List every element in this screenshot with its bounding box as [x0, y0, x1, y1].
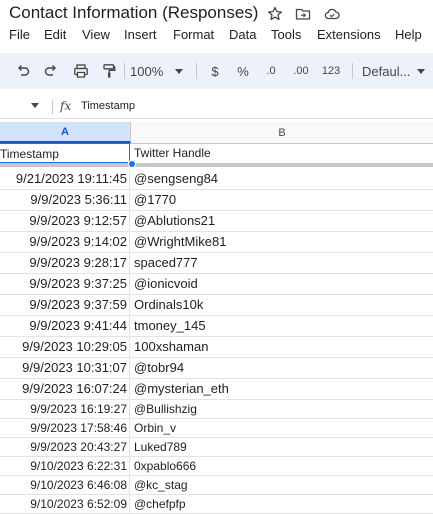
twitter-handle-cell[interactable]: spaced777 [131, 253, 433, 273]
formula-bar: fx Timestamp [0, 96, 433, 119]
move-to-folder-icon[interactable] [295, 6, 311, 22]
twitter-handle-cell[interactable]: @tobr94 [131, 358, 433, 378]
table-row: 9/9/2023 5:36:11 @1770 [0, 190, 433, 211]
table-row: 9/9/2023 9:37:59 Ordinals10k [0, 295, 433, 316]
twitter-handle-cell[interactable]: tmoney_145 [131, 316, 433, 336]
menu-tools[interactable]: Tools [271, 27, 301, 42]
menu-data[interactable]: Data [229, 27, 256, 42]
toolbar-divider [196, 63, 197, 79]
table-row: 9/10/2023 6:46:08 @kc_stag [0, 476, 433, 495]
number-format-button[interactable]: 123 [320, 61, 342, 81]
cell-a1[interactable]: Timestamp [0, 143, 130, 163]
table-row: 9/9/2023 9:28:17 spaced777 [0, 253, 433, 274]
timestamp-cell[interactable]: 9/9/2023 9:12:57 [0, 211, 130, 231]
twitter-handle-cell[interactable]: @1770 [131, 190, 433, 210]
table-row: 9/9/2023 9:41:44 tmoney_145 [0, 316, 433, 337]
fx-icon: fx [60, 99, 72, 113]
column-header-b[interactable]: B [131, 122, 433, 143]
timestamp-cell[interactable]: 9/9/2023 10:31:07 [0, 358, 130, 378]
table-row: 9/10/2023 6:22:31 0xpablo666 [0, 457, 433, 476]
selection-fill-handle[interactable] [128, 160, 136, 168]
font-select[interactable]: Defaul... [362, 61, 433, 81]
timestamp-cell[interactable]: 9/9/2023 9:28:17 [0, 253, 130, 273]
table-row: 9/9/2023 10:31:07 @tobr94 [0, 358, 433, 379]
timestamp-cell[interactable]: 9/9/2023 17:58:46 [0, 419, 130, 437]
menu-file[interactable]: File [9, 27, 30, 42]
font-value: Defaul... [362, 63, 411, 79]
timestamp-cell[interactable]: 9/10/2023 6:46:08 [0, 476, 130, 494]
menu-view[interactable]: View [82, 27, 110, 42]
currency-format-button[interactable]: $ [208, 61, 222, 81]
twitter-handle-cell[interactable]: Ordinals10k [131, 295, 433, 315]
table-row: 9/9/2023 9:37:25 @ionicvoid [0, 274, 433, 295]
toolbar-divider [352, 63, 353, 79]
undo-icon[interactable] [14, 61, 32, 81]
table-row: 9/9/2023 20:43:27 Luked789 [0, 438, 433, 457]
column-header-row: A B [0, 122, 433, 144]
table-row: 9/9/2023 9:12:57 @Ablutions21 [0, 211, 433, 232]
title-bar: Contact Information (Responses) [0, 0, 433, 26]
menu-insert[interactable]: Insert [124, 27, 157, 42]
decrease-decimal-button[interactable]: .0 [262, 61, 280, 81]
twitter-handle-cell[interactable]: @Ablutions21 [131, 211, 433, 231]
formula-input[interactable]: Timestamp [81, 100, 135, 112]
twitter-handle-cell[interactable]: @Bullishzig [131, 400, 433, 418]
document-title[interactable]: Contact Information (Responses) [9, 3, 258, 23]
cell-b1[interactable]: Twitter Handle [131, 143, 433, 163]
menu-bar: File Edit View Insert Format Data Tools … [0, 26, 433, 44]
table-row: 9/10/2023 6:52:09 @chefpfp [0, 495, 433, 514]
star-icon[interactable] [267, 6, 283, 22]
twitter-handle-cell[interactable]: @chefpfp [131, 495, 433, 513]
zoom-select[interactable]: 100% [130, 61, 188, 81]
twitter-handle-cell[interactable]: @mysterian_eth [131, 379, 433, 399]
percent-format-button[interactable]: % [235, 61, 251, 81]
timestamp-cell[interactable]: 9/21/2023 19:11:45 [0, 169, 130, 189]
twitter-handle-cell[interactable]: 100xshaman [131, 337, 433, 357]
frozen-row-divider[interactable] [0, 163, 433, 167]
column-header-a[interactable]: A [0, 122, 131, 143]
toolbar: 100% $ % .0 .00 123 Defaul... [0, 53, 433, 89]
twitter-handle-cell[interactable]: @WrightMike81 [131, 232, 433, 252]
paint-format-icon[interactable] [100, 61, 118, 81]
chevron-down-icon [175, 68, 184, 74]
menu-extensions[interactable]: Extensions [317, 27, 381, 42]
twitter-handle-cell[interactable]: @sengseng84 [131, 169, 433, 189]
menu-edit[interactable]: Edit [44, 27, 66, 42]
timestamp-cell[interactable]: 9/10/2023 6:52:09 [0, 495, 130, 513]
name-box-dropdown-icon[interactable] [31, 103, 39, 108]
timestamp-cell[interactable]: 9/9/2023 9:14:02 [0, 232, 130, 252]
table-row: 9/21/2023 19:11:45 @sengseng84 [0, 169, 433, 190]
menu-format[interactable]: Format [173, 27, 214, 42]
timestamp-cell[interactable]: 9/9/2023 20:43:27 [0, 438, 130, 456]
table-row: 9/9/2023 17:58:46 Orbin_v [0, 419, 433, 438]
timestamp-cell[interactable]: 9/9/2023 9:37:59 [0, 295, 130, 315]
table-row: 9/9/2023 16:07:24 @mysterian_eth [0, 379, 433, 400]
table-row: 9/9/2023 10:29:05 100xshaman [0, 337, 433, 358]
twitter-handle-cell[interactable]: @kc_stag [131, 476, 433, 494]
toolbar-divider [124, 63, 125, 79]
twitter-handle-cell[interactable]: Orbin_v [131, 419, 433, 437]
table-row: 9/9/2023 9:14:02 @WrightMike81 [0, 232, 433, 253]
header-row: Timestamp Twitter Handle [0, 143, 433, 164]
cloud-saved-icon[interactable] [324, 6, 340, 22]
twitter-handle-cell[interactable]: Luked789 [131, 438, 433, 456]
menu-help[interactable]: Help [395, 27, 422, 42]
table-row: 9/9/2023 16:19:27 @Bullishzig [0, 400, 433, 419]
increase-decimal-button[interactable]: .00 [290, 61, 312, 81]
timestamp-cell[interactable]: 9/9/2023 16:19:27 [0, 400, 130, 418]
print-icon[interactable] [72, 61, 90, 81]
formula-bar-divider [52, 100, 53, 114]
chevron-down-icon [417, 68, 426, 74]
twitter-handle-cell[interactable]: 0xpablo666 [131, 457, 433, 475]
twitter-handle-cell[interactable]: @ionicvoid [131, 274, 433, 294]
timestamp-cell[interactable]: 9/9/2023 9:37:25 [0, 274, 130, 294]
timestamp-cell[interactable]: 9/9/2023 9:41:44 [0, 316, 130, 336]
timestamp-cell[interactable]: 9/9/2023 16:07:24 [0, 379, 130, 399]
redo-icon[interactable] [42, 61, 60, 81]
timestamp-cell[interactable]: 9/10/2023 6:22:31 [0, 457, 130, 475]
timestamp-cell[interactable]: 9/9/2023 10:29:05 [0, 337, 130, 357]
timestamp-cell[interactable]: 9/9/2023 5:36:11 [0, 190, 130, 210]
zoom-value: 100% [130, 63, 164, 79]
